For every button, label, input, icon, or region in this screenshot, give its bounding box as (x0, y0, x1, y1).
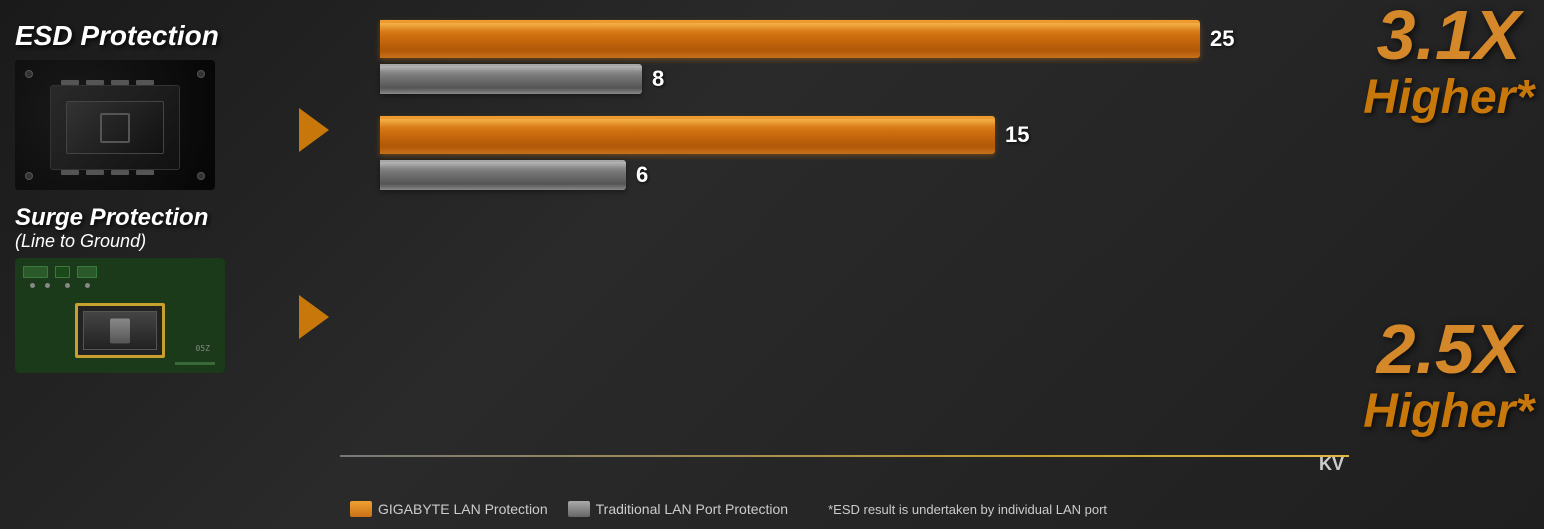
pcb-dot (25, 172, 33, 180)
chip-image (15, 60, 215, 190)
esd-multiplier-value: 3.1X (1363, 0, 1534, 70)
legend-gigabyte-item: GIGABYTE LAN Protection (350, 501, 548, 517)
surge-arrow-container (299, 295, 329, 339)
surge-orange-bar (380, 116, 995, 154)
lan-component-highlight (75, 303, 165, 358)
surge-multiplier-sub: Higher* (1363, 384, 1534, 439)
pcb-component (23, 266, 48, 278)
surge-bars-group: 15 6 (380, 116, 1544, 190)
chip-pin (61, 80, 79, 85)
capacitor (110, 318, 130, 343)
surge-orange-value: 15 (1005, 122, 1029, 148)
chip-inner (66, 101, 164, 154)
legend-gigabyte-label: GIGABYTE LAN Protection (378, 501, 548, 517)
esd-arrow (299, 108, 329, 152)
chip-pin (136, 170, 154, 175)
esd-multiplier-sub: Higher* (1363, 70, 1534, 125)
surge-multiplier-value: 2.5X (1363, 314, 1534, 384)
chart-wrapper: 25 8 15 6 KV 3.1X (340, 0, 1544, 529)
esd-section: ESD Protection (15, 20, 325, 190)
left-panel: ESD Protection (0, 0, 340, 529)
chip-pin (61, 170, 79, 175)
pcb-component (55, 266, 70, 278)
axis-line (340, 455, 1349, 457)
chip-pin (136, 80, 154, 85)
chip-body (50, 85, 180, 170)
chip-pin (111, 80, 129, 85)
surge-title: Surge Protection (15, 205, 325, 231)
pcb-dot (197, 172, 205, 180)
pcb-dot (197, 70, 205, 78)
esd-orange-bar (380, 20, 1200, 58)
pcb-dot (25, 70, 33, 78)
surge-grey-value: 6 (636, 162, 648, 188)
main-container: ESD Protection (0, 0, 1544, 529)
legend-traditional-item: Traditional LAN Port Protection (568, 501, 788, 517)
legend-grey-swatch (568, 501, 590, 517)
legend: GIGABYTE LAN Protection Traditional LAN … (350, 501, 1107, 517)
pcb-component (77, 266, 97, 278)
esd-grey-bar (380, 64, 642, 94)
esd-title: ESD Protection (15, 20, 325, 52)
esd-orange-value: 25 (1210, 26, 1234, 52)
lan-port-inner (83, 311, 157, 350)
legend-orange-swatch (350, 501, 372, 517)
surge-subtitle: (Line to Ground) (15, 231, 325, 252)
pcb-trace (175, 362, 215, 365)
esd-multiplier-box: 3.1X Higher* (1363, 0, 1534, 125)
surge-arrow (299, 295, 329, 339)
esd-grey-value: 8 (652, 66, 664, 92)
chip-pin (86, 170, 104, 175)
chip-pin (86, 80, 104, 85)
axis-kv-label: KV (1319, 454, 1344, 475)
surge-multiplier-box: 2.5X Higher* (1363, 314, 1534, 439)
legend-note: *ESD result is undertaken by individual … (828, 502, 1107, 517)
chip-core (100, 113, 130, 143)
surge-grey-bar-row: 6 (380, 160, 1544, 190)
legend-traditional-label: Traditional LAN Port Protection (596, 501, 788, 517)
lan-port-image: 05Z (15, 258, 225, 373)
surge-grey-bar (380, 160, 626, 190)
esd-arrow-container (299, 108, 329, 152)
surge-section: Surge Protection (Line to Ground) (15, 205, 325, 373)
chip-pin (111, 170, 129, 175)
pcb-label: 05Z (196, 344, 210, 353)
